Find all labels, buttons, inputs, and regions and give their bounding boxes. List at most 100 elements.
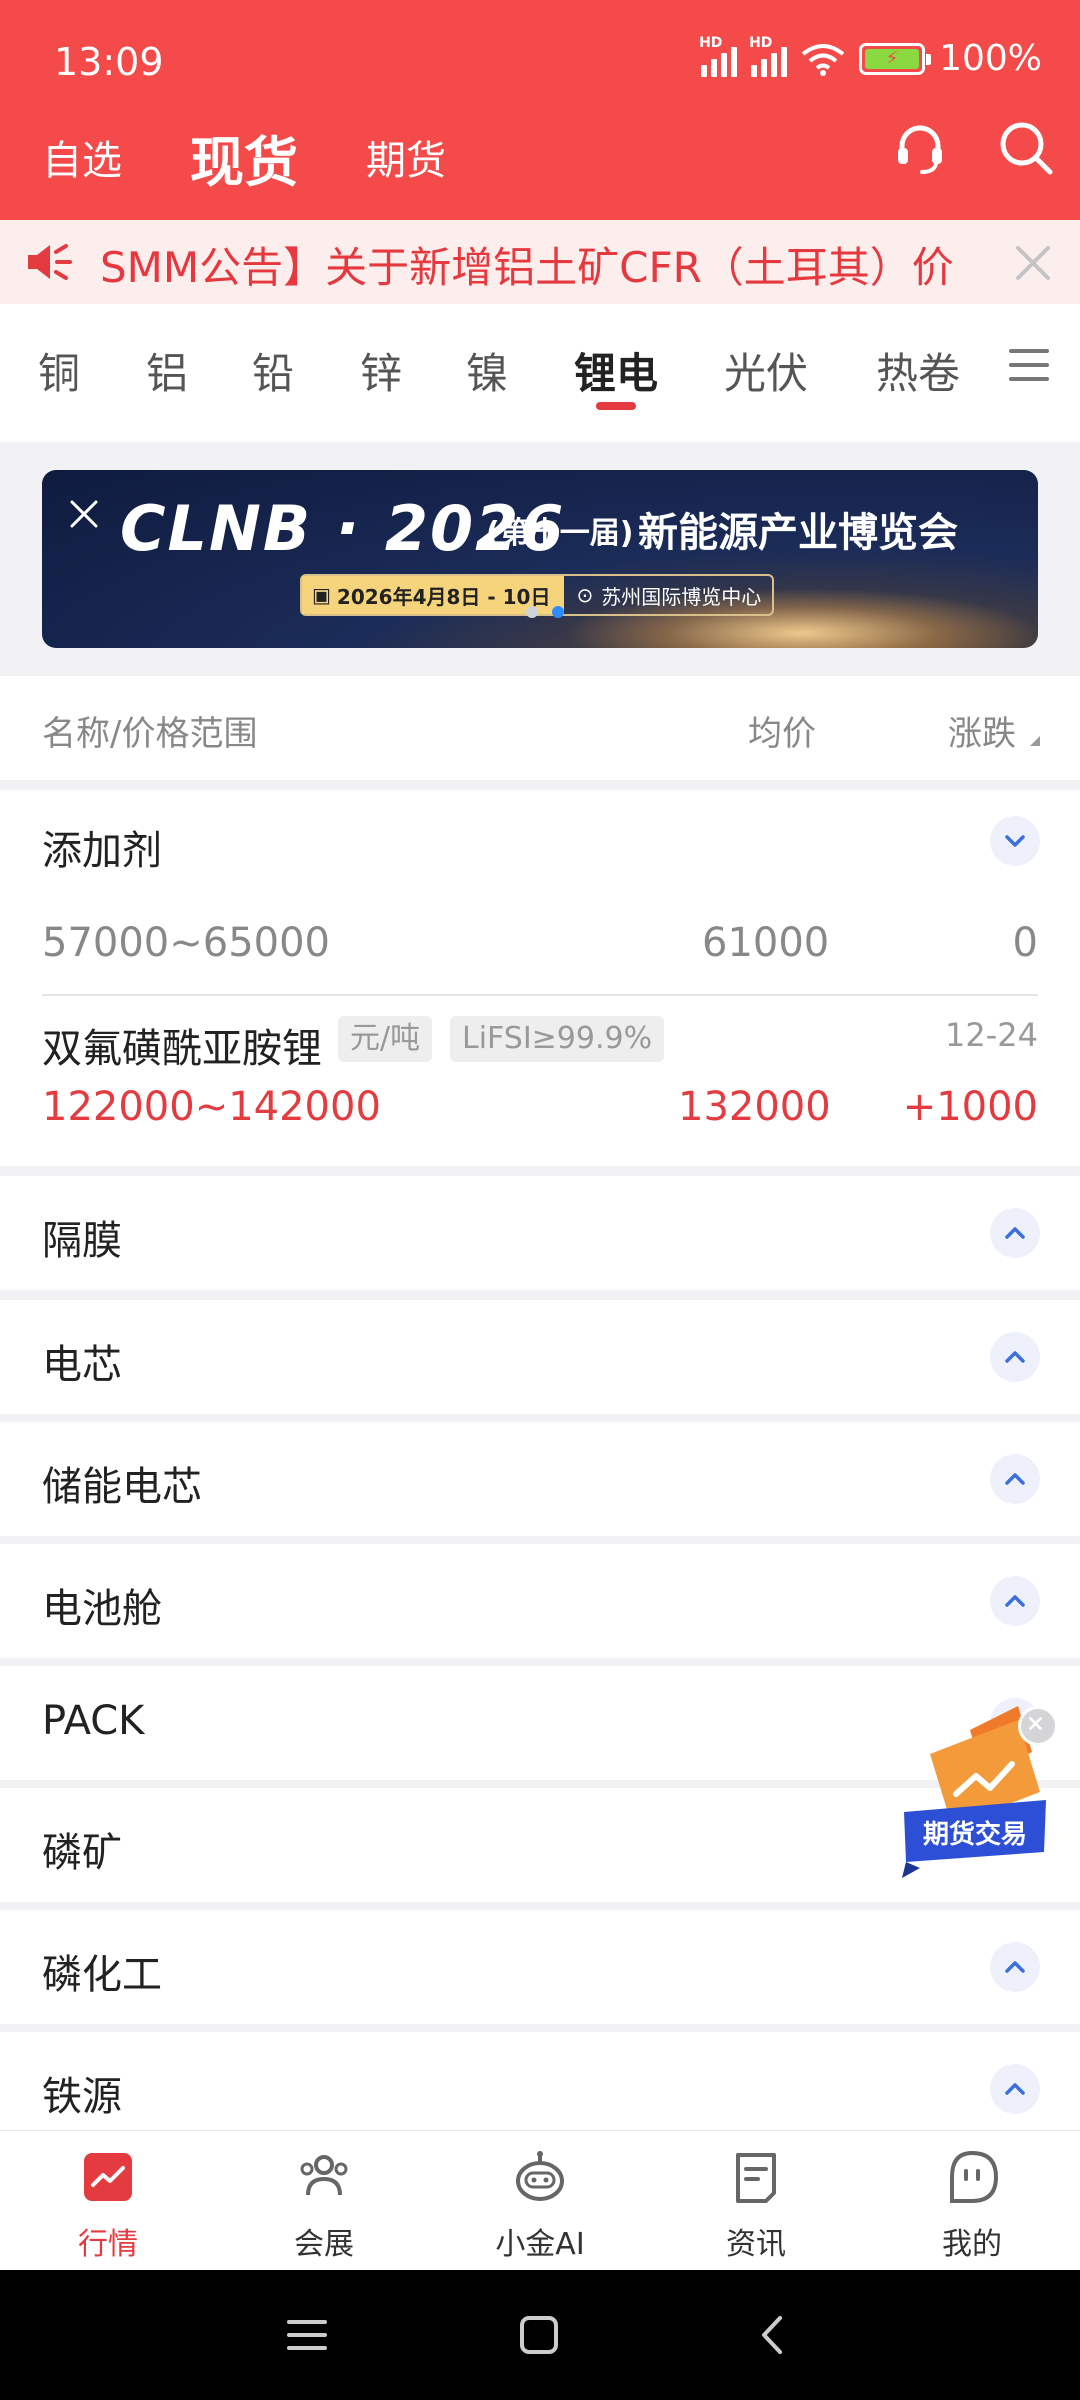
category-nickel[interactable]: 镍 (466, 340, 508, 401)
section-title: 磷化工 (42, 1952, 162, 1998)
category-lithium-battery[interactable]: 锂电 (574, 340, 658, 401)
header-change[interactable]: 涨跌 (948, 706, 1016, 755)
table-row[interactable]: 双氟磺酰亚胺锂 元/吨 LiFSI≥99.9% 12-24 122000~142… (0, 1016, 1080, 1166)
calendar-icon: ▣ (312, 583, 331, 607)
section-phosphorus-chemical[interactable]: 磷化工 (0, 1910, 1080, 2024)
chevron-up-icon[interactable] (990, 1454, 1040, 1504)
chevron-up-icon[interactable] (990, 1942, 1040, 1992)
section-title: 电池舱 (42, 1586, 162, 1632)
unit-tag: 元/吨 (338, 1016, 433, 1062)
wifi-icon (801, 43, 845, 76)
signal-icon: HD (699, 35, 738, 77)
close-icon[interactable] (1014, 244, 1052, 282)
section-title: PACK (42, 1698, 145, 1744)
expo-banner[interactable]: CLNB · 2026 (第十一届) 新能源产业博览会 ▣ 2026年4月8日 -… (42, 470, 1038, 648)
nav-exhibition[interactable]: 会展 (254, 2149, 394, 2263)
market-icon (84, 2153, 132, 2201)
pagination-dot (526, 606, 538, 618)
nav-label: 资讯 (726, 2227, 786, 2262)
spec-tag: LiFSI≥99.9% (450, 1016, 665, 1062)
profile-icon (950, 2150, 999, 2203)
category-zinc[interactable]: 锌 (360, 340, 402, 401)
recents-menu-icon[interactable] (286, 2314, 328, 2356)
banner-date: 2026年4月8日 - 10日 (336, 584, 551, 609)
tab-watchlist[interactable]: 自选 (42, 128, 122, 186)
nav-profile[interactable]: 我的 (902, 2149, 1042, 2263)
banner-pagination (526, 606, 564, 618)
home-icon[interactable] (518, 2314, 560, 2356)
nav-market[interactable]: 行情 (38, 2149, 178, 2263)
update-date: 12-24 (945, 1016, 1038, 1054)
tab-futures[interactable]: 期货 (366, 128, 446, 186)
chevron-up-icon[interactable] (990, 1576, 1040, 1626)
header-avg-price[interactable]: 均价 (748, 706, 816, 755)
location-icon: ⊙ (576, 583, 594, 607)
chevron-up-icon[interactable] (990, 1332, 1040, 1382)
status-icons: HD HD ⚡ 100% (699, 35, 1042, 80)
battery-icon: ⚡ (859, 42, 932, 75)
nav-label: 我的 (942, 2227, 1002, 2262)
app-header: 13:09 HD HD ⚡ 100% 自选 现货 期货 (0, 0, 1080, 220)
chevron-up-icon[interactable] (990, 2064, 1040, 2114)
sort-icon[interactable] (1030, 736, 1040, 746)
section-storage-cell[interactable]: 储能电芯 (0, 1422, 1080, 1536)
avg-price: 132000 (678, 1084, 831, 1130)
price-change: +1000 (902, 1084, 1038, 1130)
section-title[interactable]: 添加剂 (42, 818, 162, 876)
section-title: 磷矿 (42, 1830, 122, 1876)
close-icon[interactable] (1018, 1706, 1058, 1746)
speaker-icon (28, 244, 72, 280)
news-icon (736, 2153, 776, 2203)
product-name: 双氟磺酰亚胺锂 (42, 1026, 322, 1072)
price-range: 122000~142000 (42, 1084, 381, 1130)
avg-price: 61000 (702, 920, 830, 966)
table-header: 名称/价格范围 均价 涨跌 (0, 676, 1080, 780)
signal-icon: HD (749, 35, 788, 77)
active-tab-indicator (596, 402, 636, 410)
banner-title: 新能源产业博览会 (638, 510, 958, 556)
menu-icon[interactable] (1008, 346, 1050, 384)
tab-spot[interactable]: 现货 (190, 118, 298, 197)
price-range: 57000~65000 (42, 920, 331, 966)
category-lead[interactable]: 铅 (252, 340, 294, 401)
close-icon[interactable] (68, 498, 100, 530)
section-battery-cabin[interactable]: 电池舱 (0, 1544, 1080, 1658)
category-aluminum[interactable]: 铝 (146, 340, 188, 401)
people-icon (300, 2155, 348, 2196)
section-title: 隔膜 (42, 1218, 122, 1264)
pagination-dot-active (552, 606, 564, 618)
category-tabs: 铜 铝 铅 锌 镍 锂电 光伏 热卷 (0, 304, 1080, 442)
nav-label: 小金AI (495, 2227, 585, 2262)
section-iron-source[interactable]: 铁源 (0, 2032, 1080, 2130)
back-icon[interactable] (752, 2314, 794, 2356)
nav-label: 行情 (78, 2227, 138, 2262)
badge-label: 期货交易 (923, 1819, 1027, 1850)
chevron-up-icon[interactable] (990, 1208, 1040, 1258)
banner-venue: 苏州国际博览中心 (601, 584, 762, 609)
nav-label: 会展 (294, 2227, 354, 2262)
banner-edition: (第十一届) (486, 516, 634, 551)
battery-percent: 100% (939, 38, 1042, 79)
system-nav-bar (0, 2270, 1080, 2400)
nav-ai[interactable]: 小金AI (470, 2149, 610, 2263)
status-time: 13:09 (54, 40, 164, 84)
header-name-range: 名称/价格范围 (42, 714, 258, 754)
section-title: 电芯 (42, 1342, 122, 1388)
robot-icon (516, 2151, 564, 2201)
section-title: 储能电芯 (42, 1464, 202, 1510)
headset-icon[interactable] (890, 118, 950, 178)
section-additive: 添加剂 57000~65000 61000 0 双氟磺酰亚胺锂 元/吨 LiFS… (0, 790, 1080, 1166)
section-title: 铁源 (42, 2074, 122, 2120)
nav-news[interactable]: 资讯 (686, 2149, 826, 2263)
divider (42, 994, 1038, 996)
price-change: 0 (1012, 920, 1038, 966)
category-photovoltaic[interactable]: 光伏 (724, 340, 808, 401)
section-separator[interactable]: 隔膜 (0, 1176, 1080, 1290)
chevron-down-icon[interactable] (990, 816, 1040, 866)
announcement-text[interactable]: SMM公告】关于新增铝土矿CFR（土耳其）价 (100, 234, 980, 290)
category-copper[interactable]: 铜 (38, 340, 80, 401)
section-cell[interactable]: 电芯 (0, 1300, 1080, 1414)
announcement-bar[interactable]: SMM公告】关于新增铝土矿CFR（土耳其）价 (0, 220, 1080, 304)
category-hot-rolled[interactable]: 热卷 (876, 340, 960, 401)
search-icon[interactable] (996, 118, 1056, 178)
